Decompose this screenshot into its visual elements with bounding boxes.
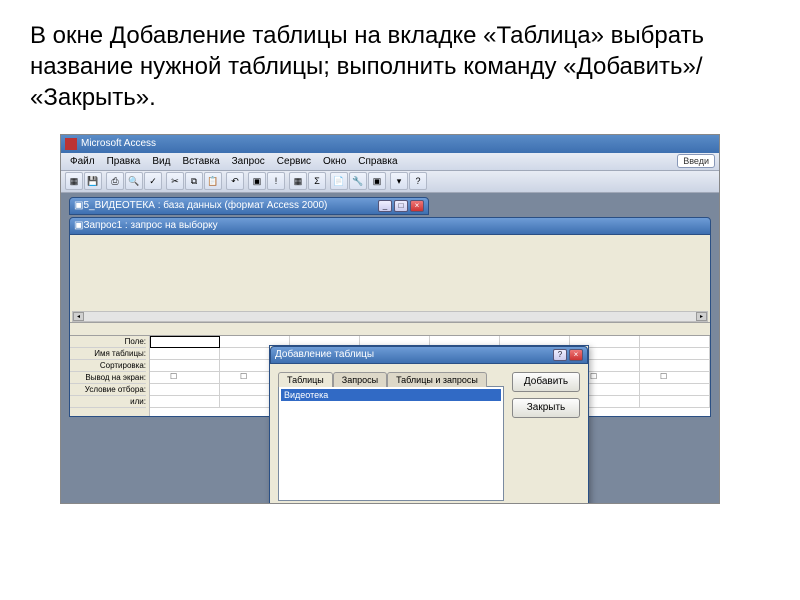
list-item[interactable]: Видеотека (281, 389, 501, 401)
menu-edit[interactable]: Правка (102, 155, 146, 168)
menu-view[interactable]: Вид (147, 155, 175, 168)
dialog-tabs: Таблицы Запросы Таблицы и запросы (278, 372, 504, 387)
add-table-dialog: Добавление таблицы ? × Таблицы Запросы Т… (269, 345, 589, 504)
maximize-icon[interactable]: □ (394, 200, 408, 212)
app-title: Microsoft Access (81, 138, 156, 149)
toolbar-run-icon[interactable]: ! (267, 172, 285, 190)
label-criteria: Условие отбора: (70, 384, 146, 396)
dialog-body: Таблицы Запросы Таблицы и запросы Видеот… (270, 364, 588, 504)
toolbar-dbwindow-icon[interactable]: ▣ (368, 172, 386, 190)
help-search-input[interactable]: Введи (677, 154, 715, 168)
toolbar-totals-icon[interactable]: Σ (308, 172, 326, 190)
toolbar-preview-icon[interactable]: 🔍 (125, 172, 143, 190)
tab-tables[interactable]: Таблицы (278, 372, 333, 387)
menu-window[interactable]: Окно (318, 155, 351, 168)
menu-insert[interactable]: Вставка (177, 155, 224, 168)
menu-help[interactable]: Справка (353, 155, 402, 168)
scroll-right-icon[interactable]: ▸ (696, 312, 707, 321)
toolbar-showtable-icon[interactable]: ▦ (289, 172, 307, 190)
grid-cell[interactable] (150, 336, 220, 348)
toolbar-undo-icon[interactable]: ↶ (226, 172, 244, 190)
toolbar-print-icon[interactable]: ⎙ (106, 172, 124, 190)
database-window[interactable]: ▣ 5_ВИДЕОТЕКА : база данных (формат Acce… (69, 197, 429, 215)
label-or: или: (70, 396, 146, 408)
menu-query[interactable]: Запрос (227, 155, 270, 168)
screenshot-embedded: Microsoft Access Файл Правка Вид Вставка… (60, 134, 720, 504)
label-table: Имя таблицы: (70, 348, 146, 360)
scroll-left-icon[interactable]: ◂ (73, 312, 84, 321)
help-icon[interactable]: ? (553, 349, 567, 361)
toolbar-querytype-icon[interactable]: ▣ (248, 172, 266, 190)
tab-queries[interactable]: Запросы (333, 372, 387, 387)
access-icon (65, 138, 77, 150)
mdi-client-area: ▣ 5_ВИДЕОТЕКА : база данных (формат Acce… (61, 193, 719, 503)
app-titlebar: Microsoft Access (61, 135, 719, 153)
dialog-close-icon[interactable]: × (569, 349, 583, 361)
label-show: Вывод на экран: (70, 372, 146, 384)
toolbar-copy-icon[interactable]: ⧉ (185, 172, 203, 190)
menu-tools[interactable]: Сервис (272, 155, 316, 168)
close-button[interactable]: Закрыть (512, 398, 580, 418)
tab-both[interactable]: Таблицы и запросы (387, 372, 487, 387)
db-window-titlebar[interactable]: ▣ 5_ВИДЕОТЕКА : база данных (формат Acce… (69, 197, 429, 215)
toolbar-help-icon[interactable]: ? (409, 172, 427, 190)
menu-file[interactable]: Файл (65, 155, 100, 168)
toolbar-paste-icon[interactable]: 📋 (204, 172, 222, 190)
instruction-text: В окне Добавление таблицы на вкладке «Та… (0, 0, 800, 124)
query-diagram-pane[interactable] (70, 235, 710, 323)
query-window-icon: ▣ (74, 220, 83, 231)
grid-row-labels: Поле: Имя таблицы: Сортировка: Вывод на … (70, 336, 150, 416)
menubar: Файл Правка Вид Вставка Запрос Сервис Ок… (61, 153, 719, 171)
dialog-titlebar[interactable]: Добавление таблицы ? × (270, 346, 588, 364)
toolbar-spell-icon[interactable]: ✓ (144, 172, 162, 190)
show-checkbox[interactable] (150, 372, 220, 384)
minimize-icon[interactable]: _ (378, 200, 392, 212)
query-window-titlebar[interactable]: ▣ Запрос1 : запрос на выборку (69, 217, 711, 235)
label-field: Поле: (70, 336, 146, 348)
db-window-title: 5_ВИДЕОТЕКА : база данных (формат Access… (83, 200, 376, 211)
table-listbox[interactable]: Видеотека (278, 386, 504, 501)
toolbar-newobj-icon[interactable]: ▾ (390, 172, 408, 190)
dialog-title: Добавление таблицы (275, 349, 551, 360)
toolbar: ▦ 💾 ⎙ 🔍 ✓ ✂ ⧉ 📋 ↶ ▣ ! ▦ Σ 📄 🔧 ▣ ▾ ? (61, 171, 719, 193)
add-button[interactable]: Добавить (512, 372, 580, 392)
toolbar-view-icon[interactable]: ▦ (65, 172, 83, 190)
query-window-title: Запрос1 : запрос на выборку (83, 220, 706, 231)
close-icon[interactable]: × (410, 200, 424, 212)
db-window-icon: ▣ (74, 200, 83, 211)
toolbar-save-icon[interactable]: 💾 (84, 172, 102, 190)
toolbar-cut-icon[interactable]: ✂ (166, 172, 184, 190)
toolbar-build-icon[interactable]: 🔧 (349, 172, 367, 190)
toolbar-properties-icon[interactable]: 📄 (330, 172, 348, 190)
label-sort: Сортировка: (70, 360, 146, 372)
horizontal-scrollbar[interactable]: ◂ ▸ (72, 311, 708, 322)
